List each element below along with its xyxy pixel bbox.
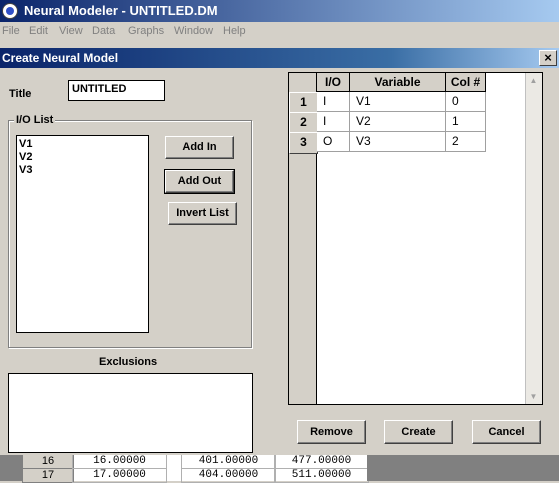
column-header-io[interactable]: I/O xyxy=(317,73,350,92)
row-header[interactable]: 2 xyxy=(289,112,318,134)
background-row-header: 16 xyxy=(22,454,74,469)
title-label: Title xyxy=(9,88,32,100)
close-icon: × xyxy=(544,50,552,65)
io-variable-grid[interactable]: I/O Variable Col # 1 I V1 0 2 I V2 1 3 O… xyxy=(288,72,543,405)
dialog-title-bar[interactable]: Create Neural Model × xyxy=(0,48,559,68)
column-header-variable[interactable]: Variable xyxy=(350,73,446,92)
dialog-title: Create Neural Model xyxy=(2,51,119,65)
grid-cell-variable[interactable]: V1 xyxy=(350,92,446,112)
menu-edit[interactable]: Edit xyxy=(29,25,48,37)
grid-cell-io[interactable]: I xyxy=(317,92,350,112)
grid-cell-io[interactable]: I xyxy=(317,112,350,132)
background-cell: 401.00000 xyxy=(181,454,276,469)
list-item[interactable]: V3 xyxy=(19,164,146,177)
add-out-button[interactable]: Add Out xyxy=(164,169,235,194)
row-header[interactable]: 1 xyxy=(289,92,318,114)
exclusions-listbox[interactable] xyxy=(8,373,253,453)
io-list-label: I/O List xyxy=(14,114,56,126)
list-item[interactable]: V2 xyxy=(19,151,146,164)
background-panel xyxy=(367,454,559,481)
grid-corner xyxy=(289,73,317,92)
list-item[interactable]: V1 xyxy=(19,138,146,151)
vertical-scrollbar[interactable]: ▲ ▼ xyxy=(525,73,542,404)
grid-cell-variable[interactable]: V3 xyxy=(350,132,446,152)
grid-cell-variable[interactable]: V2 xyxy=(350,112,446,132)
title-input[interactable]: UNTITLED xyxy=(68,80,165,101)
menu-help[interactable]: Help xyxy=(223,25,246,37)
menu-file[interactable]: File xyxy=(2,25,20,37)
menu-data[interactable]: Data xyxy=(92,25,115,37)
app-icon[interactable] xyxy=(2,3,18,19)
grid-cell-io[interactable]: O xyxy=(317,132,350,152)
background-cell: 16.00000 xyxy=(72,454,167,469)
background-panel xyxy=(0,454,22,481)
menu-view[interactable]: View xyxy=(59,25,83,37)
exclusions-label: Exclusions xyxy=(99,356,158,368)
menu-bar: File Edit View Data Graphs Window Help xyxy=(0,22,559,42)
io-listbox[interactable]: V1 V2 V3 xyxy=(16,135,149,333)
background-cell: 477.00000 xyxy=(274,454,369,469)
cancel-button[interactable]: Cancel xyxy=(472,420,541,444)
column-header-col-number[interactable]: Col # xyxy=(446,73,486,92)
add-in-button[interactable]: Add In xyxy=(165,136,234,159)
menu-window[interactable]: Window xyxy=(174,25,213,37)
app-title: Neural Modeler - UNTITLED.DM xyxy=(24,3,218,18)
close-button[interactable]: × xyxy=(539,50,557,66)
scroll-down-icon[interactable]: ▼ xyxy=(526,389,541,404)
create-button[interactable]: Create xyxy=(384,420,453,444)
background-data-table: 16 16.00000 401.00000 477.00000 17 17.00… xyxy=(0,454,559,483)
grid-cell-col[interactable]: 0 xyxy=(446,92,486,112)
invert-list-button[interactable]: Invert List xyxy=(168,202,237,225)
app-title-bar[interactable]: Neural Modeler - UNTITLED.DM xyxy=(0,0,559,22)
create-neural-model-dialog: Create Neural Model × Title UNTITLED I/O… xyxy=(0,48,559,455)
remove-button[interactable]: Remove xyxy=(297,420,366,444)
menu-graphs[interactable]: Graphs xyxy=(128,25,164,37)
scroll-up-icon[interactable]: ▲ xyxy=(526,73,541,88)
grid-cell-col[interactable]: 1 xyxy=(446,112,486,132)
row-header[interactable]: 3 xyxy=(289,132,318,154)
grid-cell-col[interactable]: 2 xyxy=(446,132,486,152)
